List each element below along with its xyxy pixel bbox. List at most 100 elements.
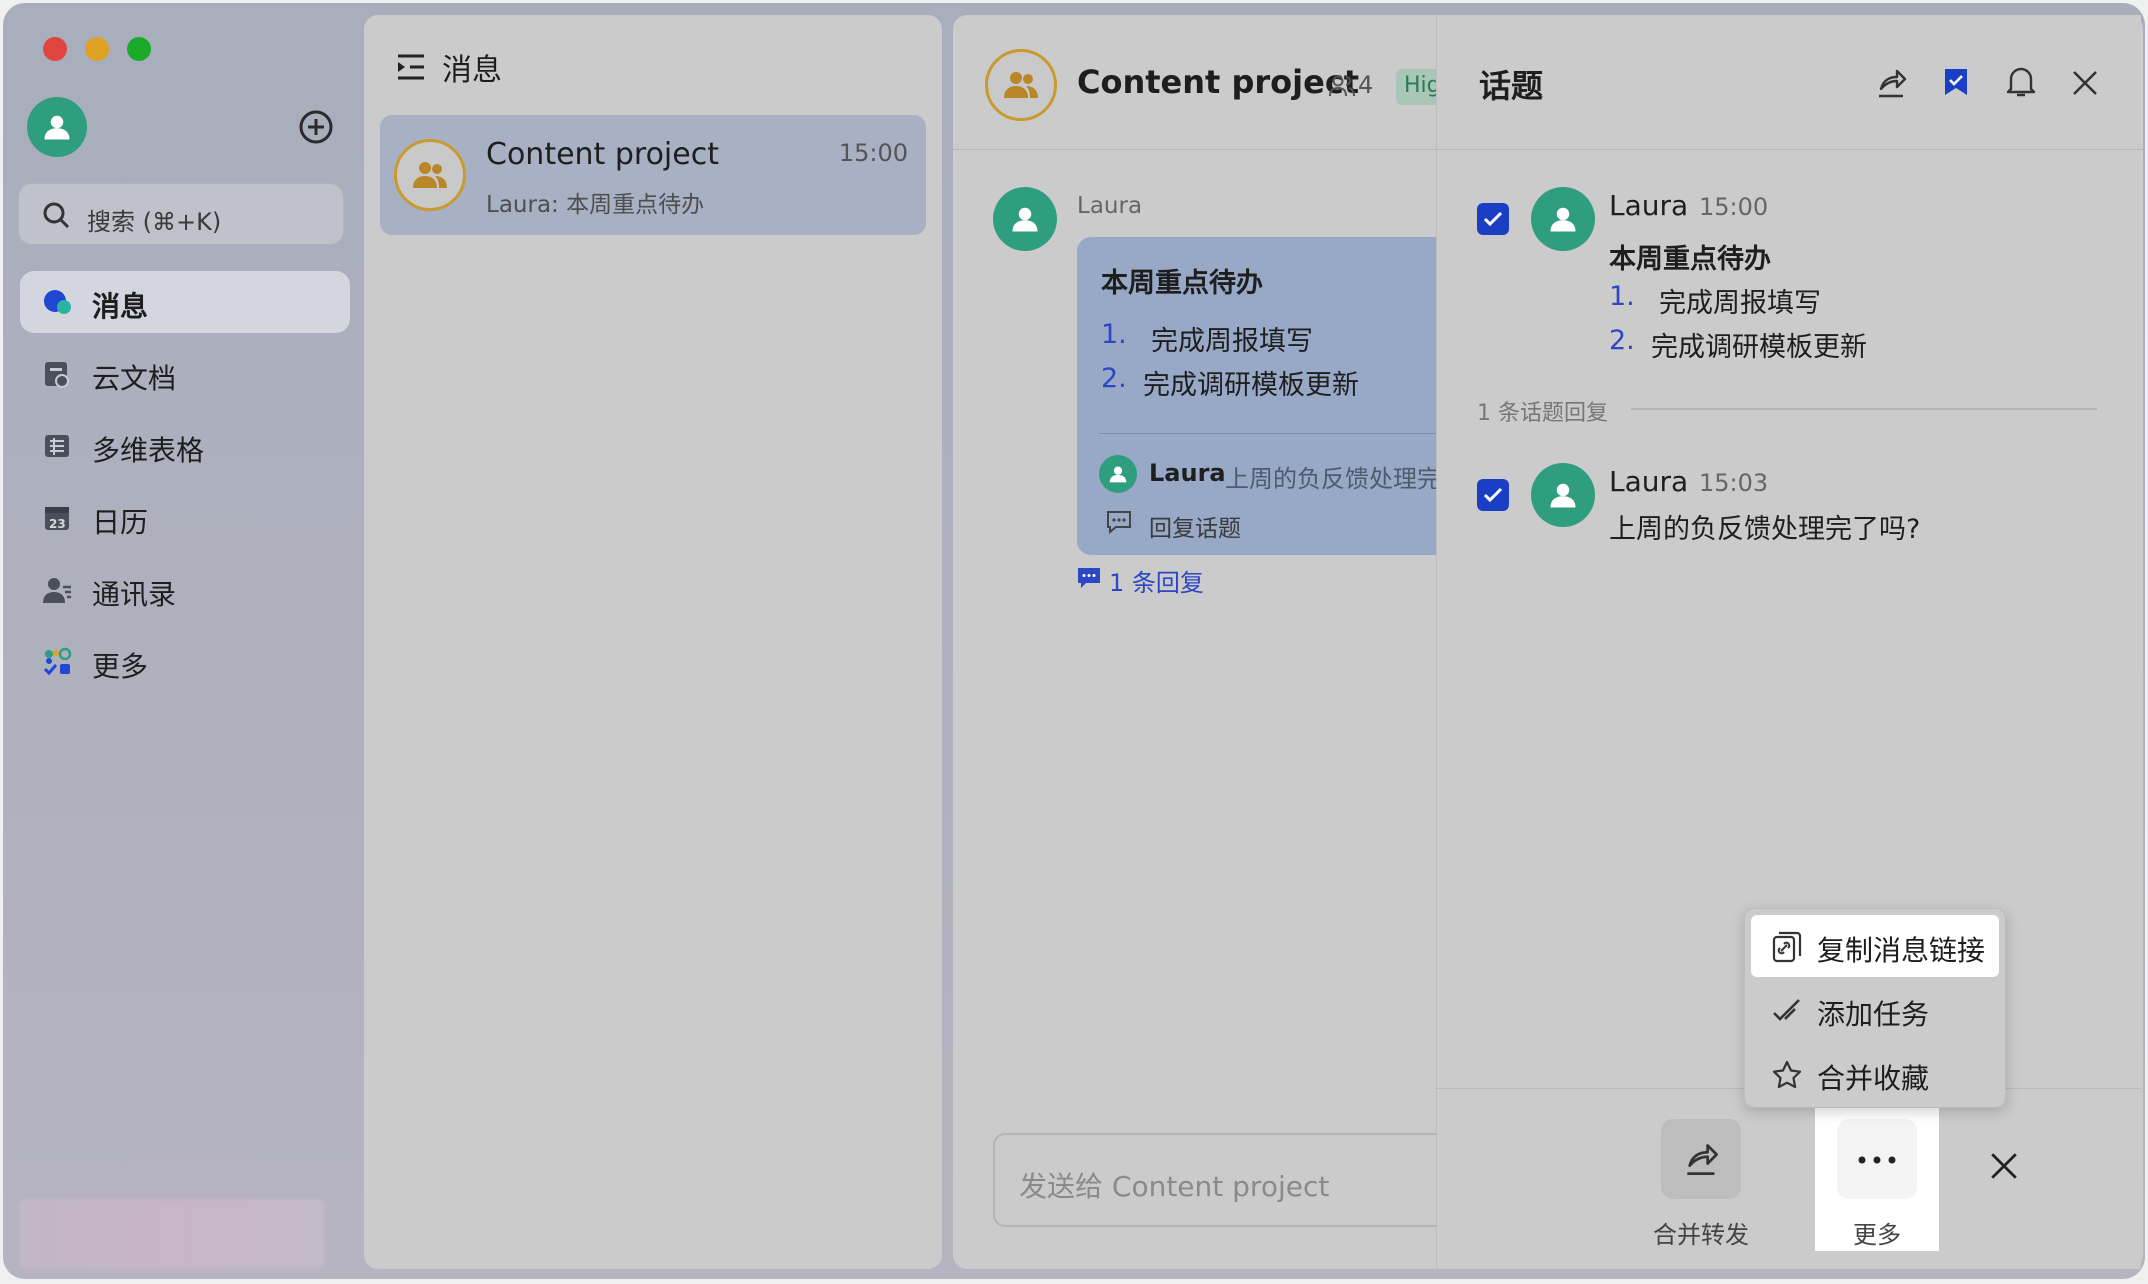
collapse-list-icon[interactable] [396, 53, 426, 81]
thread-reply-divider-label: 1 条话题回复 [1477, 401, 1608, 426]
group-avatar [394, 139, 466, 211]
chat-group-avatar[interactable] [985, 49, 1057, 121]
search-input[interactable]: 搜索 (⌘+K) [18, 183, 344, 245]
sender-avatar[interactable] [1531, 463, 1595, 527]
person-icon [44, 115, 70, 140]
menu-item-label: 合并收藏 [1817, 1062, 1930, 1095]
merge-forward-button[interactable] [1661, 1119, 1741, 1199]
merge-forward-label: 合并转发 [1653, 1221, 1749, 1249]
sidebar-item-calendar[interactable]: 23 日历 [20, 487, 350, 549]
sidebar-item-label: 多维表格 [92, 434, 205, 467]
list-number: 1. [1101, 319, 1127, 350]
menu-item-label: 复制消息链接 [1817, 934, 1986, 967]
check-icon [1483, 487, 1503, 503]
conversation-name: Content project [486, 137, 719, 172]
message-bubble[interactable]: 本周重点待办 1. 完成周报填写 2. 完成调研模板更新 Laura 上周的负反… [1077, 237, 1497, 555]
ellipsis-icon [1858, 1156, 1896, 1164]
message-time: 15:00 [1699, 193, 1769, 221]
select-checkbox[interactable] [1477, 479, 1509, 511]
sidebar-item-docs[interactable]: 云文档 [20, 343, 350, 405]
sidebar-item-label: 更多 [92, 650, 149, 683]
link-copy-icon [1772, 931, 1802, 963]
more-menu: 复制消息链接 添加任务 合并收藏 [1744, 908, 2006, 1108]
member-count: 4 [1358, 71, 1374, 99]
select-checkbox[interactable] [1477, 203, 1509, 235]
sidebar-item-contacts[interactable]: 通讯录 [20, 559, 350, 621]
forward-icon [1687, 1144, 1718, 1175]
menu-item-label: 添加任务 [1817, 998, 1930, 1031]
menu-item-add-task[interactable]: 添加任务 [1751, 979, 1999, 1041]
sidebar-item-base[interactable]: 多维表格 [20, 415, 350, 477]
sidebar-item-label: 消息 [92, 290, 149, 323]
conversation-preview: Laura: 本周重点待办 [486, 192, 705, 218]
list-item-text: 完成周报填写 [1151, 326, 1313, 357]
more-button[interactable]: 更多 [1815, 1107, 1939, 1251]
composer-placeholder: 发送给 Content project [1019, 1170, 1330, 1203]
bell-icon[interactable] [2006, 65, 2036, 99]
list-number: 1. [1609, 281, 1635, 312]
reply-preview: 上周的负反馈处理完 [1225, 465, 1441, 493]
person-icon [1012, 207, 1038, 232]
list-item-text: 完成周报填写 [1659, 288, 1821, 319]
add-circle-icon[interactable] [298, 109, 334, 145]
list-item-text: 完成调研模板更新 [1651, 332, 1867, 363]
app-window: 搜索 (⌘+K) 消息 云文档 多维表格 23 日历 通讯录 更多 消息 Con… [3, 3, 2145, 1279]
conversation-list-panel: 消息 Content project 15:00 Laura: 本周重点待办 [364, 15, 942, 1269]
reply-topic-button[interactable]: 回复话题 [1149, 509, 1241, 543]
user-avatar[interactable] [27, 97, 87, 157]
person-icon [1550, 483, 1576, 508]
menu-item-copy-link[interactable]: 复制消息链接 [1751, 915, 1999, 977]
members-icon[interactable] [1329, 75, 1355, 97]
sidebar-item-more[interactable]: 更多 [20, 631, 350, 693]
more-button-tile [1837, 1119, 1917, 1199]
search-icon [43, 202, 70, 229]
reply-count-icon [1078, 568, 1100, 588]
message-heading: 本周重点待办 [1101, 268, 1263, 299]
calendar-day-number: 23 [49, 517, 66, 531]
more-label: 更多 [1853, 1221, 1901, 1249]
group-icon [1004, 72, 1038, 98]
reply-count-link[interactable]: 1 条回复 [1109, 563, 1204, 598]
blurred-profile-strip [19, 1199, 324, 1269]
cloud-doc-icon [45, 362, 69, 388]
bookmark-icon[interactable] [1943, 67, 1969, 97]
close-selection-icon[interactable] [1989, 1151, 2019, 1181]
reply-topic-icon [1107, 511, 1131, 535]
message-bubble-icon [44, 290, 71, 314]
minimize-window-button[interactable] [85, 37, 109, 61]
conversation-item[interactable]: Content project 15:00 Laura: 本周重点待办 [380, 115, 926, 235]
list-item-text: 完成调研模板更新 [1143, 370, 1359, 401]
reply-avatar [1099, 455, 1137, 493]
menu-item-merge-favorite[interactable]: 合并收藏 [1751, 1043, 1999, 1105]
thread-title: 话题 [1479, 67, 1544, 105]
forward-icon[interactable] [1877, 67, 1907, 99]
message-time: 15:03 [1699, 469, 1769, 497]
sender-name: Laura [1609, 465, 1689, 498]
sidebar-item-label: 通讯录 [92, 578, 177, 611]
chat-title: Content project [1077, 63, 1360, 101]
sender-name: Laura [1609, 189, 1689, 222]
conversation-time: 15:00 [838, 139, 908, 167]
reply-sender: Laura [1149, 459, 1226, 487]
star-icon [1772, 1060, 1802, 1089]
close-window-button[interactable] [43, 37, 67, 61]
sender-avatar[interactable] [993, 187, 1057, 251]
search-placeholder: 搜索 (⌘+K) [87, 208, 222, 236]
message-heading: 本周重点待办 [1609, 244, 1771, 275]
person-icon [1109, 466, 1127, 483]
sidebar-item-label: 日历 [92, 506, 149, 539]
message-input[interactable]: 发送给 Content project [993, 1133, 1453, 1227]
sidebar-item-messages[interactable]: 消息 [20, 271, 350, 333]
sender-name: Laura [1077, 193, 1143, 219]
check-icon [1483, 211, 1503, 227]
group-icon [413, 162, 447, 188]
message-text: 上周的负反馈处理完了吗? [1609, 514, 1921, 545]
list-title: 消息 [442, 53, 502, 88]
base-table-icon [45, 435, 69, 457]
zoom-window-button[interactable] [127, 37, 151, 61]
list-number: 2. [1101, 363, 1127, 394]
close-icon[interactable] [2071, 69, 2099, 97]
list-number: 2. [1609, 325, 1635, 356]
sidebar-item-label: 云文档 [92, 362, 177, 395]
sender-avatar[interactable] [1531, 187, 1595, 251]
